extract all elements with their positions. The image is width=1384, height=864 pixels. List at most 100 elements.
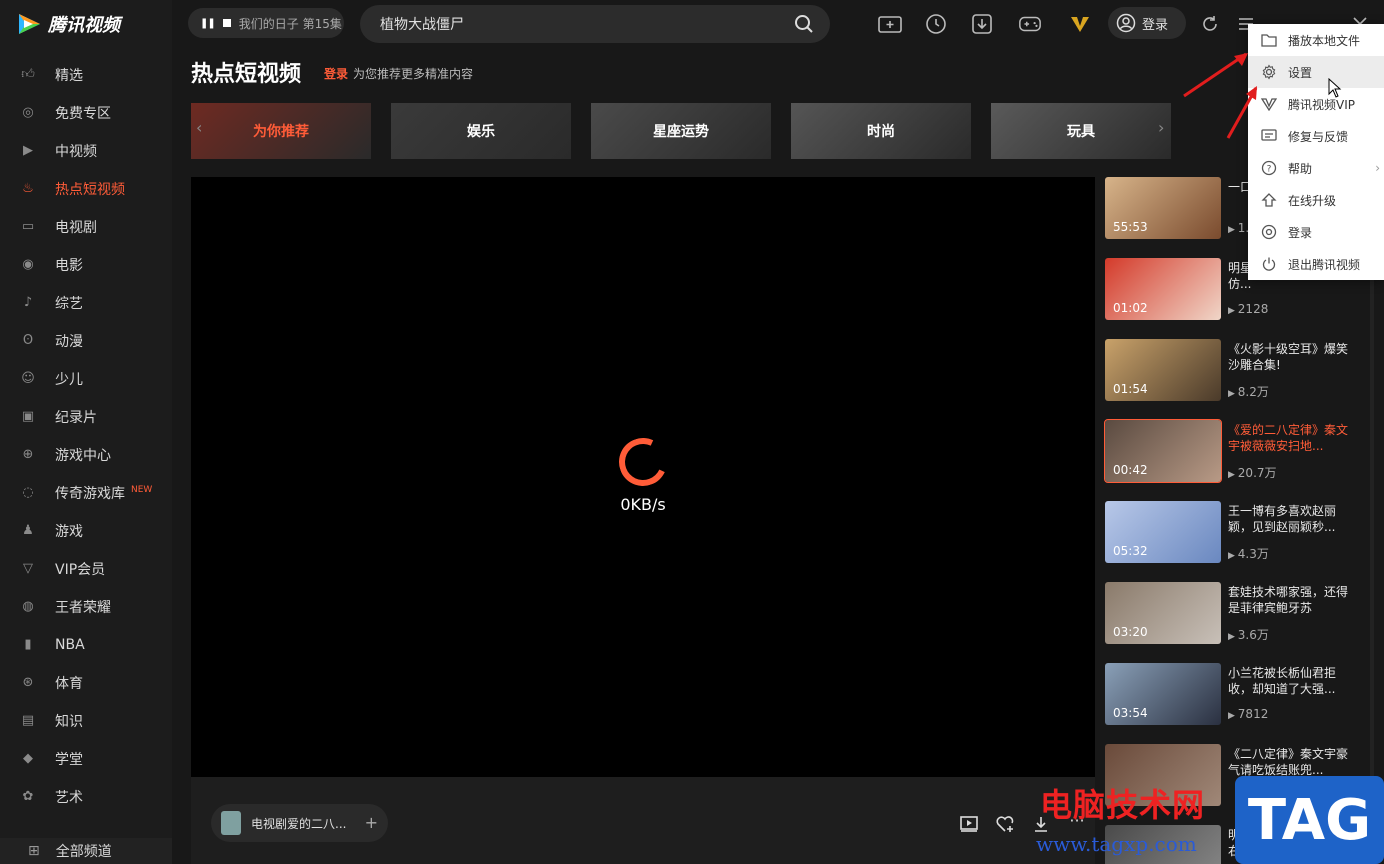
menu-item-4[interactable]: ? 帮助 › (1248, 152, 1384, 184)
sidebar-item-8[interactable]: ☺ 少儿 (0, 360, 172, 398)
menu-item-label: 腾讯视频VIP (1288, 97, 1355, 112)
sidebar-item-18[interactable]: ◆ 学堂 (0, 740, 172, 778)
page-login-link[interactable]: 登录 (324, 65, 348, 82)
vip-icon[interactable] (1068, 12, 1092, 36)
login-button[interactable]: 登录 (1108, 7, 1186, 39)
search-icon[interactable] (794, 14, 814, 34)
play-square-icon: ▶ (23, 143, 33, 158)
tencent-video-logo-icon (19, 14, 40, 34)
sidebar-item-4[interactable]: ▭ 电视剧 (0, 208, 172, 246)
video-title[interactable]: 《二八定律》秦文宇豪气请吃饭结账兜... (1228, 746, 1350, 778)
all-channels-button[interactable]: ⊞ 全部频道 (0, 838, 172, 864)
sidebar-item-7[interactable]: ʘ 动漫 (0, 322, 172, 360)
game-controller-icon[interactable] (1018, 12, 1042, 36)
menu-item-3[interactable]: 修复与反馈 (1248, 120, 1384, 152)
stop-icon[interactable] (222, 19, 231, 27)
upload-video-icon[interactable] (878, 12, 902, 36)
video-list-item[interactable]: 03:54 小兰花被长栃仙君拒收，却知道了大强... ▶ 7812 (1105, 663, 1360, 733)
video-title[interactable]: 王一博有多喜欢赵丽颖，见到赵丽颖秒... (1228, 503, 1350, 535)
menu-item-0[interactable]: 播放本地文件 (1248, 24, 1384, 56)
mini-player-title: 我们的日子 第15集 (238, 16, 342, 31)
menu-item-label: 帮助 (1288, 161, 1313, 176)
film-reel-icon: ◎ (22, 105, 34, 120)
sidebar-item-10[interactable]: ⊕ 游戏中心 (0, 436, 172, 474)
video-thumbnail[interactable]: 01:54 (1105, 339, 1221, 401)
video-duration: 00:42 (1113, 463, 1148, 477)
video-thumbnail[interactable]: 00:42 (1104, 419, 1222, 483)
menu-item-5[interactable]: 在线升级 (1248, 184, 1384, 216)
category-tab-0[interactable]: 为你推荐 (191, 103, 371, 159)
video-title[interactable]: 《爱的二八定律》秦文宇被薇薇安扫地... (1228, 422, 1350, 454)
download-icon[interactable] (970, 12, 994, 36)
video-duration: 05:32 (1113, 544, 1148, 558)
menu-item-6[interactable]: 登录 (1248, 216, 1384, 248)
picture-in-picture-icon[interactable] (959, 815, 979, 833)
category-tab-2[interactable]: 星座运势 (591, 103, 771, 159)
video-thumbnail[interactable]: 01:02 (1105, 258, 1221, 320)
sidebar-item-9[interactable]: ▣ 纪录片 (0, 398, 172, 436)
video-title[interactable]: 小兰花被长栃仙君拒收，却知道了大强... (1228, 665, 1350, 697)
video-list-item[interactable]: 03:20 套娃技术哪家强，还得是菲律宾鲍牙苏 ▶ 3.6万 (1105, 582, 1360, 652)
sidebar-item-16[interactable]: ⊛ 体育 (0, 664, 172, 702)
menu-item-7[interactable]: 退出腾讯视频 (1248, 248, 1384, 280)
watermark-url: www.tagxp.com (1036, 832, 1197, 856)
sidebar-item-3[interactable]: ♨ 热点短视频 (0, 170, 172, 208)
history-icon[interactable] (924, 12, 948, 36)
help-icon: ? (1260, 159, 1278, 177)
chevron-right-icon[interactable]: › (1158, 118, 1164, 137)
sidebar-nav: 👍︎ 精选 ◎ 免费专区 ▶ 中视频 ♨ 热点短视频 ▭ 电视剧 ◉ 电影 ♪ 综艺 ʘ 动漫… (0, 56, 172, 816)
mini-player[interactable]: ❚❚ 我们的日子 第15集 (188, 8, 344, 38)
chevron-left-icon[interactable]: ‹ (196, 118, 202, 137)
video-player[interactable]: 0KB/s (191, 177, 1095, 777)
player-bar: 电视剧爱的二八... + ··· (191, 777, 1095, 864)
sidebar-item-11[interactable]: ◌ 传奇游戏库 NEW (0, 474, 172, 512)
search-input[interactable] (380, 16, 780, 32)
video-list-item[interactable]: 01:54 《火影十级空耳》爆笑沙雕合集! ▶ 8.2万 (1105, 339, 1360, 409)
video-thumbnail[interactable]: 03:54 (1105, 663, 1221, 725)
video-views-count: 4.3万 (1237, 547, 1269, 561)
sidebar-item-0[interactable]: 👍︎ 精选 (0, 56, 172, 94)
refresh-icon[interactable] (1198, 12, 1222, 36)
sidebar-item-2[interactable]: ▶ 中视频 (0, 132, 172, 170)
sidebar-item-label: 体育 (55, 676, 83, 692)
sidebar-item-label: 综艺 (55, 296, 83, 312)
video-title[interactable]: 《火影十级空耳》爆笑沙雕合集! (1228, 341, 1350, 373)
video-thumbnail[interactable]: 05:32 (1105, 501, 1221, 563)
sidebar-item-19[interactable]: ✿ 艺术 (0, 778, 172, 816)
sidebar-item-1[interactable]: ◎ 免费专区 (0, 94, 172, 132)
video-title[interactable]: 套娃技术哪家强，还得是菲律宾鲍牙苏 (1228, 584, 1350, 616)
category-tab-4[interactable]: 玩具 (991, 103, 1171, 159)
favorite-add-icon[interactable] (995, 815, 1015, 833)
now-playing-pill[interactable]: 电视剧爱的二八... + (211, 804, 388, 842)
play-count-icon: ▶ (1228, 632, 1238, 642)
sidebar-item-12[interactable]: ♟ 游戏 (0, 512, 172, 550)
child-icon: ☺ (21, 371, 35, 386)
plus-icon[interactable]: + (365, 813, 378, 832)
sidebar-item-label: 王者荣耀 (55, 600, 111, 616)
sidebar-item-5[interactable]: ◉ 电影 (0, 246, 172, 284)
pause-icon[interactable]: ❚❚ (200, 18, 216, 29)
video-views-count: 3.6万 (1237, 628, 1269, 642)
search-box[interactable] (360, 5, 830, 43)
bear-icon: ʘ (22, 333, 34, 348)
menu-item-1[interactable]: 设置 (1248, 56, 1384, 88)
sidebar-item-14[interactable]: ◍ 王者荣耀 (0, 588, 172, 626)
sidebar-item-6[interactable]: ♪ 综艺 (0, 284, 172, 322)
app-logo[interactable]: 腾讯视频 (16, 10, 120, 38)
video-list-item[interactable]: 00:42 《爱的二八定律》秦文宇被薇薇安扫地... ▶ 20.7万 (1104, 419, 1360, 490)
menu-item-2[interactable]: 腾讯视频VIP (1248, 88, 1384, 120)
video-list-item[interactable]: 05:32 王一博有多喜欢赵丽颖，见到赵丽颖秒... ▶ 4.3万 (1105, 501, 1360, 571)
sidebar-item-label: 动漫 (55, 334, 83, 350)
new-badge: NEW (131, 485, 153, 495)
sidebar-item-17[interactable]: ▤ 知识 (0, 702, 172, 740)
video-views: ▶ 2128 (1228, 302, 1268, 316)
category-tab-1[interactable]: 娱乐 (391, 103, 571, 159)
video-thumbnail[interactable]: 03:20 (1105, 582, 1221, 644)
category-tab-3[interactable]: 时尚 (791, 103, 971, 159)
sidebar-item-13[interactable]: ▽ VIP会员 (0, 550, 172, 588)
sidebar-item-15[interactable]: ▮ NBA (0, 626, 172, 664)
video-thumbnail[interactable]: 55:53 (1105, 177, 1221, 239)
video-duration: 01:02 (1113, 301, 1148, 315)
sidebar-item-label: 电影 (55, 258, 83, 274)
sidebar-item-label: 纪录片 (55, 410, 97, 426)
